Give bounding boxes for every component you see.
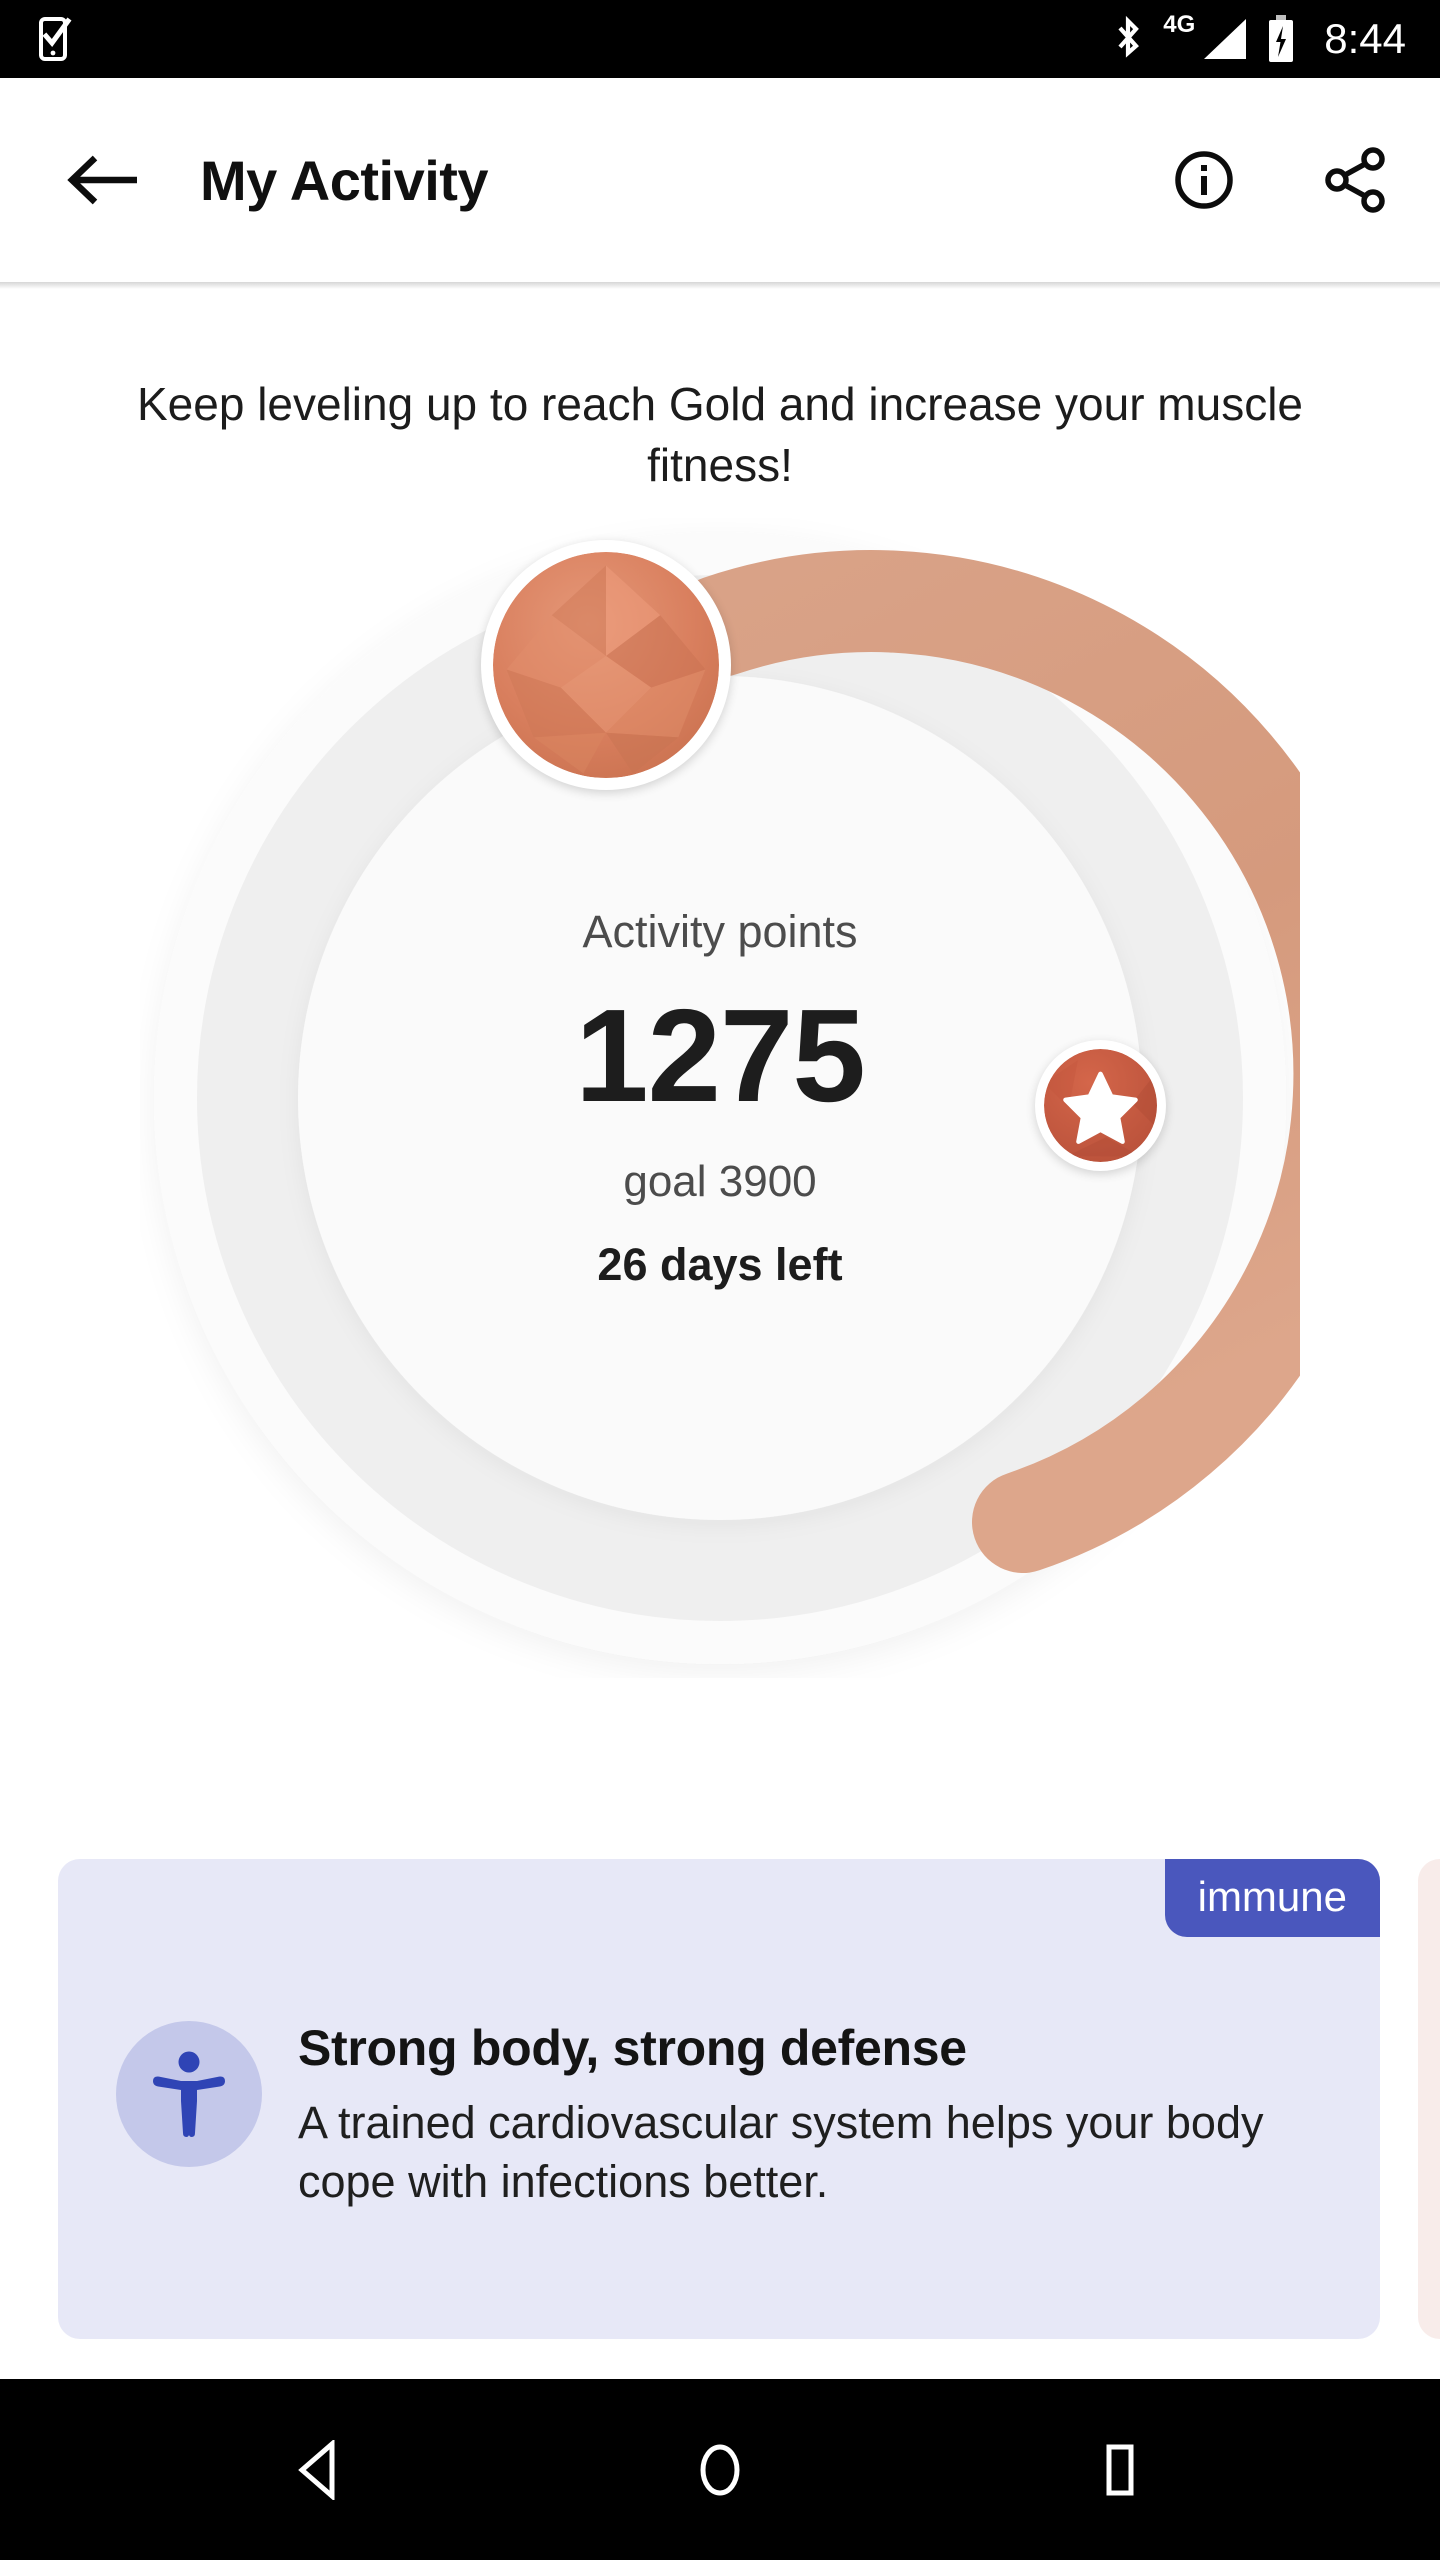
app-bar: My Activity — [0, 78, 1440, 289]
network-type-label: 4G — [1163, 11, 1196, 38]
fact-card[interactable]: immune Strong body, strong defense A tra… — [58, 1859, 1380, 2339]
nav-recents-square-icon — [1106, 2444, 1134, 2495]
status-bar-clock: 8:44 — [1324, 15, 1406, 62]
star-badge-icon — [1044, 1049, 1157, 1163]
gem-level-badge[interactable] — [481, 540, 731, 791]
phone-checkmark-icon — [39, 17, 72, 61]
nav-home-button[interactable] — [640, 2390, 800, 2550]
card-title: Strong body, strong defense — [298, 2020, 967, 2076]
nav-back-triangle-icon — [298, 2439, 335, 2500]
info-circle-icon — [1175, 151, 1233, 209]
card-body — [1418, 1859, 1440, 2167]
bluetooth-icon — [1118, 15, 1140, 58]
nav-back-button[interactable] — [240, 2390, 400, 2550]
accessibility-icon — [153, 2051, 225, 2137]
battery-charging-icon — [1269, 15, 1294, 62]
card-text: Strong body, strong defense A trained ca… — [298, 2017, 1298, 2212]
gem-badge-icon — [493, 552, 719, 779]
star-milestone-badge[interactable] — [1035, 1040, 1166, 1172]
network-type-indicator: 4G — [1163, 13, 1248, 65]
system-navigation-bar — [0, 2379, 1440, 2560]
status-bar-system-icons: 4G 8:44 — [1111, 13, 1406, 65]
status-bar-notifications — [36, 16, 76, 62]
fact-cards-carousel[interactable]: immune Strong body, strong defense A tra… — [0, 1859, 1440, 2359]
main-content: Keep leveling up to reach Gold and incre… — [0, 289, 1440, 2379]
nav-recents-button[interactable] — [1040, 2390, 1200, 2550]
share-button[interactable] — [1310, 134, 1402, 226]
app-bar-actions — [1158, 134, 1402, 226]
card-category-tag: immune — [1164, 1859, 1380, 1937]
phone-screen: 4G 8:44 My Activity Keep leveling up to … — [0, 0, 1440, 2560]
card-icon-circle — [116, 2021, 262, 2167]
status-bar: 4G 8:44 — [0, 0, 1440, 78]
signal-bars-icon — [1204, 19, 1247, 59]
card-description: A trained cardiovascular system helps yo… — [298, 2097, 1264, 2208]
arrow-left-icon — [67, 155, 137, 205]
nav-home-circle-icon — [700, 2444, 740, 2495]
activity-progress-ring[interactable]: Activity points 1275 goal 3900 26 days l… — [140, 518, 1300, 1678]
fact-card[interactable] — [1418, 1859, 1440, 2339]
page-title: My Activity — [200, 148, 489, 212]
share-icon — [1325, 147, 1385, 213]
info-button[interactable] — [1158, 134, 1250, 226]
back-button[interactable] — [56, 132, 152, 228]
headline-text: Keep leveling up to reach Gold and incre… — [136, 378, 1303, 492]
